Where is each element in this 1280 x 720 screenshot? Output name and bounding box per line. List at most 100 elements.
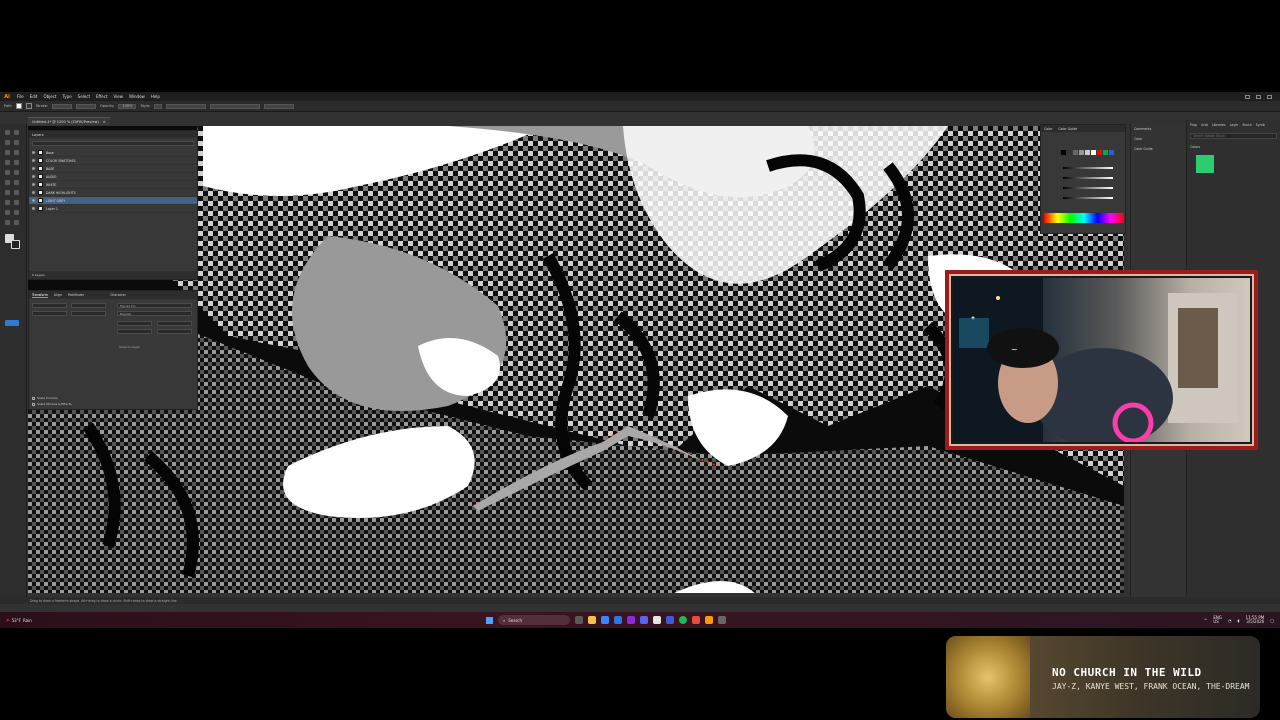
h-field[interactable] [71,311,106,316]
curvature-tool-icon[interactable] [14,140,19,145]
color-swatch[interactable] [1091,150,1096,155]
shape-builder-tool-icon[interactable] [14,190,19,195]
weather-widget[interactable]: ☂ 53°F Rain [6,618,32,623]
tracking-field[interactable] [157,329,192,334]
tab-color[interactable]: Color [1044,127,1052,131]
scale-corners-option[interactable]: Scale Corners [32,396,72,400]
menu-file[interactable]: File [14,94,27,99]
edge-icon[interactable] [601,616,609,624]
direct-selection-tool-icon[interactable] [14,130,19,135]
illustrator-icon[interactable] [705,616,713,624]
eraser-tool-icon[interactable] [14,170,19,175]
eye-icon[interactable] [32,175,35,178]
eye-icon[interactable] [32,207,35,210]
clock[interactable]: 11:55 PM 3/5/2026 [1246,616,1265,624]
leading-field[interactable] [157,321,192,326]
w-field[interactable] [71,303,106,308]
opacity-field[interactable]: 100% [118,103,137,109]
scale-tool-icon[interactable] [14,180,19,185]
tab-color-guide[interactable]: Color Guide [1058,127,1077,131]
menu-effect[interactable]: Effect [93,94,111,99]
tab-brushes[interactable]: Brush [1243,123,1252,127]
eyedropper-tool-icon[interactable] [5,200,10,205]
artboard-tool-icon[interactable] [5,210,10,215]
tab-artboards[interactable]: Artb [1201,123,1208,127]
rectangle-tool-icon[interactable] [5,160,10,165]
slice-tool-icon[interactable] [14,210,19,215]
windows-start-icon[interactable] [486,616,493,624]
layer-row[interactable]: WHITE [29,181,197,189]
menu-type[interactable]: Type [59,94,74,99]
eye-icon[interactable] [32,151,35,154]
color-slider-y[interactable] [1063,187,1113,189]
layer-row[interactable]: Layer 1 [29,205,197,213]
tab-character[interactable]: Character [110,293,126,297]
paintbrush-tool-icon[interactable] [14,160,19,165]
eye-icon[interactable] [32,167,35,170]
checkbox-icon[interactable] [32,402,35,406]
layer-row[interactable]: AUDIO [29,173,197,181]
color-swatch[interactable] [1103,150,1108,155]
color-swatch[interactable] [1085,150,1090,155]
tab-libraries[interactable]: Libraries [1212,123,1226,127]
color-swatch[interactable] [1073,150,1078,155]
tab-symbols[interactable]: Symb [1256,123,1265,127]
comments-item[interactable]: Comments [1134,127,1182,131]
document-close-icon[interactable]: × [103,120,106,124]
selection-tool-icon[interactable] [5,130,10,135]
volume-icon[interactable]: ◖ [1237,618,1239,623]
tab-transform[interactable]: Transform [32,293,48,298]
menu-window[interactable]: Window [126,94,148,99]
tab-pathfinder[interactable]: Pathfinder [68,293,84,297]
layer-row-selected[interactable]: LIGHT GREY [29,197,197,205]
maximize-icon[interactable] [1256,94,1261,99]
color-swatch[interactable] [1097,150,1102,155]
menu-view[interactable]: View [111,94,127,99]
app-icon[interactable] [666,616,674,624]
tab-align[interactable]: Align [54,293,62,297]
app-icon[interactable] [718,616,726,624]
language-indicator[interactable]: ENG US [1213,616,1222,624]
twitch-icon[interactable] [627,616,635,624]
pen-tool-icon[interactable] [5,140,10,145]
transform-fields[interactable] [210,103,261,109]
eye-icon[interactable] [32,191,35,194]
brush-dropdown[interactable] [76,103,97,109]
zoom-tool-icon[interactable] [14,220,19,225]
layers-search-input[interactable] [32,141,194,146]
tray-chevron-icon[interactable]: ^ [1204,618,1207,623]
color-guide-item[interactable]: Color Guide [1134,147,1182,151]
layer-row[interactable]: DARK HIGHLIGHTS [29,189,197,197]
blend-tool-icon[interactable] [14,200,19,205]
checkbox-icon[interactable] [32,396,35,400]
wifi-icon[interactable]: ◔ [1228,618,1232,623]
width-tool-icon[interactable] [5,190,10,195]
eye-icon[interactable] [32,199,35,202]
x-field[interactable] [32,303,67,308]
color-slider-k[interactable] [1063,197,1113,199]
minimize-icon[interactable] [1245,94,1250,99]
y-field[interactable] [32,311,67,316]
tab-properties[interactable]: Prop [1190,123,1197,127]
color-swatch[interactable] [1067,150,1072,155]
menu-edit[interactable]: Edit [27,94,41,99]
app-icon[interactable] [692,616,700,624]
stroke-weight-dropdown[interactable] [52,103,73,109]
shape-controls[interactable] [264,103,295,109]
tab-layers[interactable]: Layer [1230,123,1239,127]
font-style-field[interactable]: Regular [117,311,192,316]
obs-icon[interactable] [653,616,661,624]
eye-icon[interactable] [32,159,35,162]
library-search-input[interactable]: Search Adobe Stock [1190,133,1277,139]
color-swatch[interactable] [1109,150,1114,155]
font-size-field[interactable] [117,321,152,326]
layer-row[interactable]: COLOR SWATCHES [29,157,197,165]
kerning-field[interactable] [117,329,152,334]
menu-help[interactable]: Help [148,94,163,99]
rotate-tool-icon[interactable] [5,180,10,185]
fill-swatch[interactable] [15,103,22,109]
font-family-field[interactable]: Myriad Pro [117,303,192,308]
store-icon[interactable] [614,616,622,624]
eye-icon[interactable] [32,183,35,186]
color-swatch[interactable] [1079,150,1084,155]
